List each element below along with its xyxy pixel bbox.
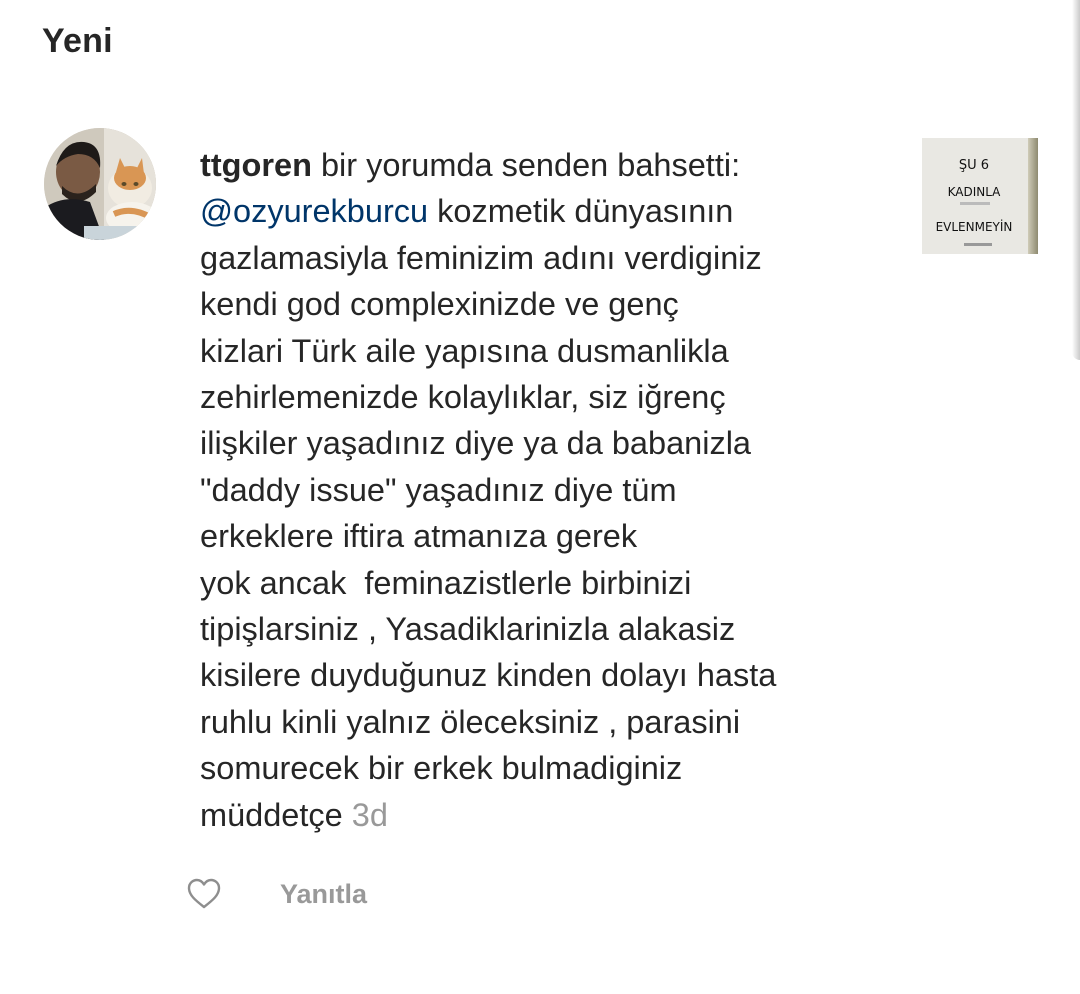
comment-line: "daddy issue" yaşadınız diye tüm <box>200 471 677 508</box>
comment-first-line: @ozyurekburcu kozmetik dünyasının <box>200 188 900 234</box>
notification-text: ttgoren bir yorumda senden bahsetti: @oz… <box>200 142 900 838</box>
timestamp: 3d <box>351 796 388 833</box>
post-thumbnail[interactable]: ŞU 6 KADINLA EVLENMEYİN <box>922 138 1038 254</box>
thumbnail-pencil-edge <box>1028 138 1038 254</box>
comment-line: müddetçe <box>200 796 343 833</box>
comment-line: kisilere duyduğunuz kinden dolayı hasta <box>200 657 777 694</box>
comment-line: zehirlemenizde kolaylıklar, siz iğrenç <box>200 379 726 416</box>
thumbnail-footer-text <box>964 243 992 246</box>
section-title: Yeni <box>42 22 113 60</box>
comment-line: gazlamasiyla feminizim adını verdiginiz <box>200 239 762 276</box>
comment-line: erkeklere iftira atmanıza gerek <box>200 518 638 555</box>
scrollbar[interactable] <box>1072 0 1080 360</box>
comment-line: kendi god complexinizde ve genç <box>200 286 679 323</box>
comment-line: kizlari Türk aile yapısına dusmanlikla <box>200 332 729 369</box>
comment-line: somurecek bir erkek bulmadiginiz <box>200 750 683 787</box>
avatar[interactable] <box>44 128 156 240</box>
username-link[interactable]: ttgoren <box>200 147 312 183</box>
mention-link[interactable]: @ozyurekburcu <box>200 193 428 229</box>
reply-button[interactable]: Yanıtla <box>280 879 367 910</box>
notification-action: bir yorumda senden bahsetti: <box>311 147 741 183</box>
heart-outline-icon[interactable] <box>186 876 222 912</box>
comment-line: ruhlu kinli yalnız öleceksiniz , parasin… <box>200 703 741 740</box>
thumbnail-text-line2: KADINLA <box>947 185 1001 199</box>
comment-actions: Yanıtla <box>186 874 367 914</box>
notification-header-line: ttgoren bir yorumda senden bahsetti: <box>200 142 900 188</box>
thumbnail-text-line3: EVLENMEYİN <box>935 220 1013 234</box>
comment-line: tipişlarsiniz , Yasadiklarinizla alakasi… <box>200 611 736 648</box>
thumbnail-text-line1: ŞU 6 <box>958 158 990 173</box>
notifications-page: Yeni ttgoren bir yorumda senden bahsetti… <box>0 0 1080 994</box>
comment-line: yok ancak feminazistlerle birbinizi <box>200 564 692 601</box>
thumbnail-small-text <box>960 202 990 205</box>
comment-line: ilişkiler yaşadınız diye ya da babanizla <box>200 425 751 462</box>
avatar-image <box>44 128 156 240</box>
comment-line: kozmetik dünyasının <box>428 193 734 230</box>
comment-last-line: müddetçe 3d <box>200 792 900 838</box>
